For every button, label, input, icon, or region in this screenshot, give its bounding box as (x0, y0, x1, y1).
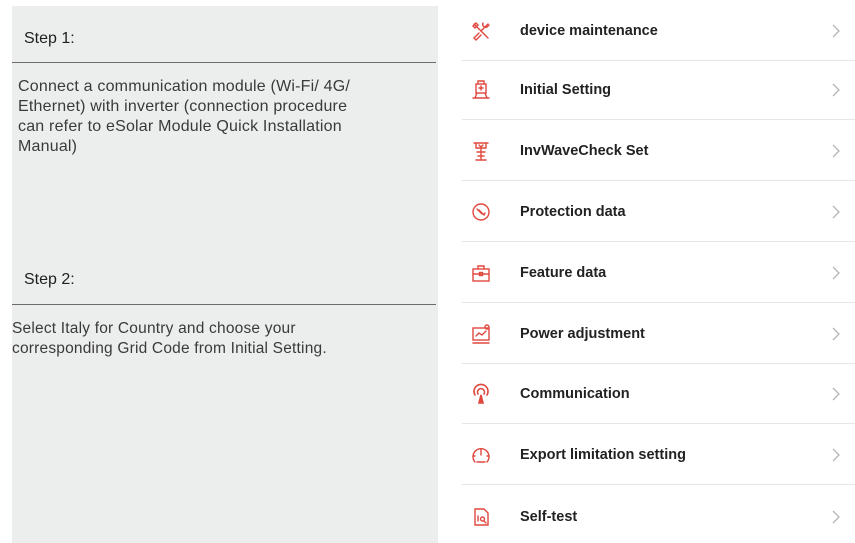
step-2-line-2: corresponding Grid Code from Initial Set… (12, 340, 327, 357)
menu-item-self-test[interactable]: Self-test (454, 486, 855, 543)
step-1-divider (12, 62, 436, 63)
signal-icon (470, 383, 492, 405)
power-chart-icon (470, 323, 492, 345)
toolbox-icon (470, 262, 492, 284)
step-2-title: Step 2: (24, 271, 75, 288)
step-1-line-3: can refer to eSolar Module Quick Install… (18, 118, 342, 135)
step-2-line-1: Select Italy for Country and choose your (12, 320, 296, 337)
gauge-icon (470, 444, 492, 466)
menu-item-label: Initial Setting (520, 81, 612, 98)
menu-item-export-limitation-setting[interactable]: Export limitation setting (454, 424, 855, 485)
wave-tower-icon (470, 140, 492, 162)
menu-divider (462, 484, 855, 485)
chevron-right-icon (829, 386, 843, 402)
chevron-right-icon (829, 204, 843, 220)
chevron-right-icon (829, 265, 843, 281)
step-1-line-4: Manual) (18, 138, 78, 155)
setting-station-icon (470, 79, 492, 101)
chevron-right-icon (829, 143, 843, 159)
protection-icon (470, 201, 492, 223)
step-2-divider (12, 304, 436, 305)
step-1-line-1: Connect a communication module (Wi-Fi/ 4… (18, 78, 351, 95)
menu-item-label: Export limitation setting (520, 446, 686, 463)
menu-item-protection-data[interactable]: Protection data (454, 181, 855, 242)
chevron-right-icon (829, 447, 843, 463)
step-1-body: Connect a communication module (Wi-Fi/ 4… (18, 77, 438, 157)
menu-item-invwavecheck-set[interactable]: InvWaveCheck Set (454, 120, 855, 181)
chevron-right-icon (829, 23, 843, 39)
step-1-line-2: Ethernet) with inverter (connection proc… (18, 98, 348, 115)
self-test-icon (470, 506, 492, 528)
menu-item-label: Communication (520, 385, 630, 402)
menu-item-communication[interactable]: Communication (454, 363, 855, 424)
menu-item-label: InvWaveCheck Set (520, 142, 649, 159)
menu-item-label: Protection data (520, 203, 626, 220)
chevron-right-icon (829, 82, 843, 98)
menu-item-power-adjustment[interactable]: Power adjustment (454, 303, 855, 364)
menu-item-feature-data[interactable]: Feature data (454, 242, 855, 303)
menu-item-label: Feature data (520, 264, 607, 281)
menu-item-initial-setting[interactable]: Initial Setting (454, 59, 855, 120)
menu-item-device-maintenance[interactable]: device maintenance (454, 0, 855, 61)
settings-menu: device maintenance Initial Setting InvWa… (454, 0, 855, 543)
instructions-panel: Step 1: Connect a communication module (… (12, 6, 438, 543)
step-1-title: Step 1: (24, 30, 75, 47)
tools-icon (470, 20, 492, 42)
step-2-body: Select Italy for Country and choose your… (12, 319, 432, 359)
chevron-right-icon (829, 509, 843, 525)
menu-item-label: Power adjustment (520, 325, 645, 342)
chevron-right-icon (829, 326, 843, 342)
menu-item-label: device maintenance (520, 22, 658, 39)
menu-item-label: Self-test (520, 508, 578, 525)
